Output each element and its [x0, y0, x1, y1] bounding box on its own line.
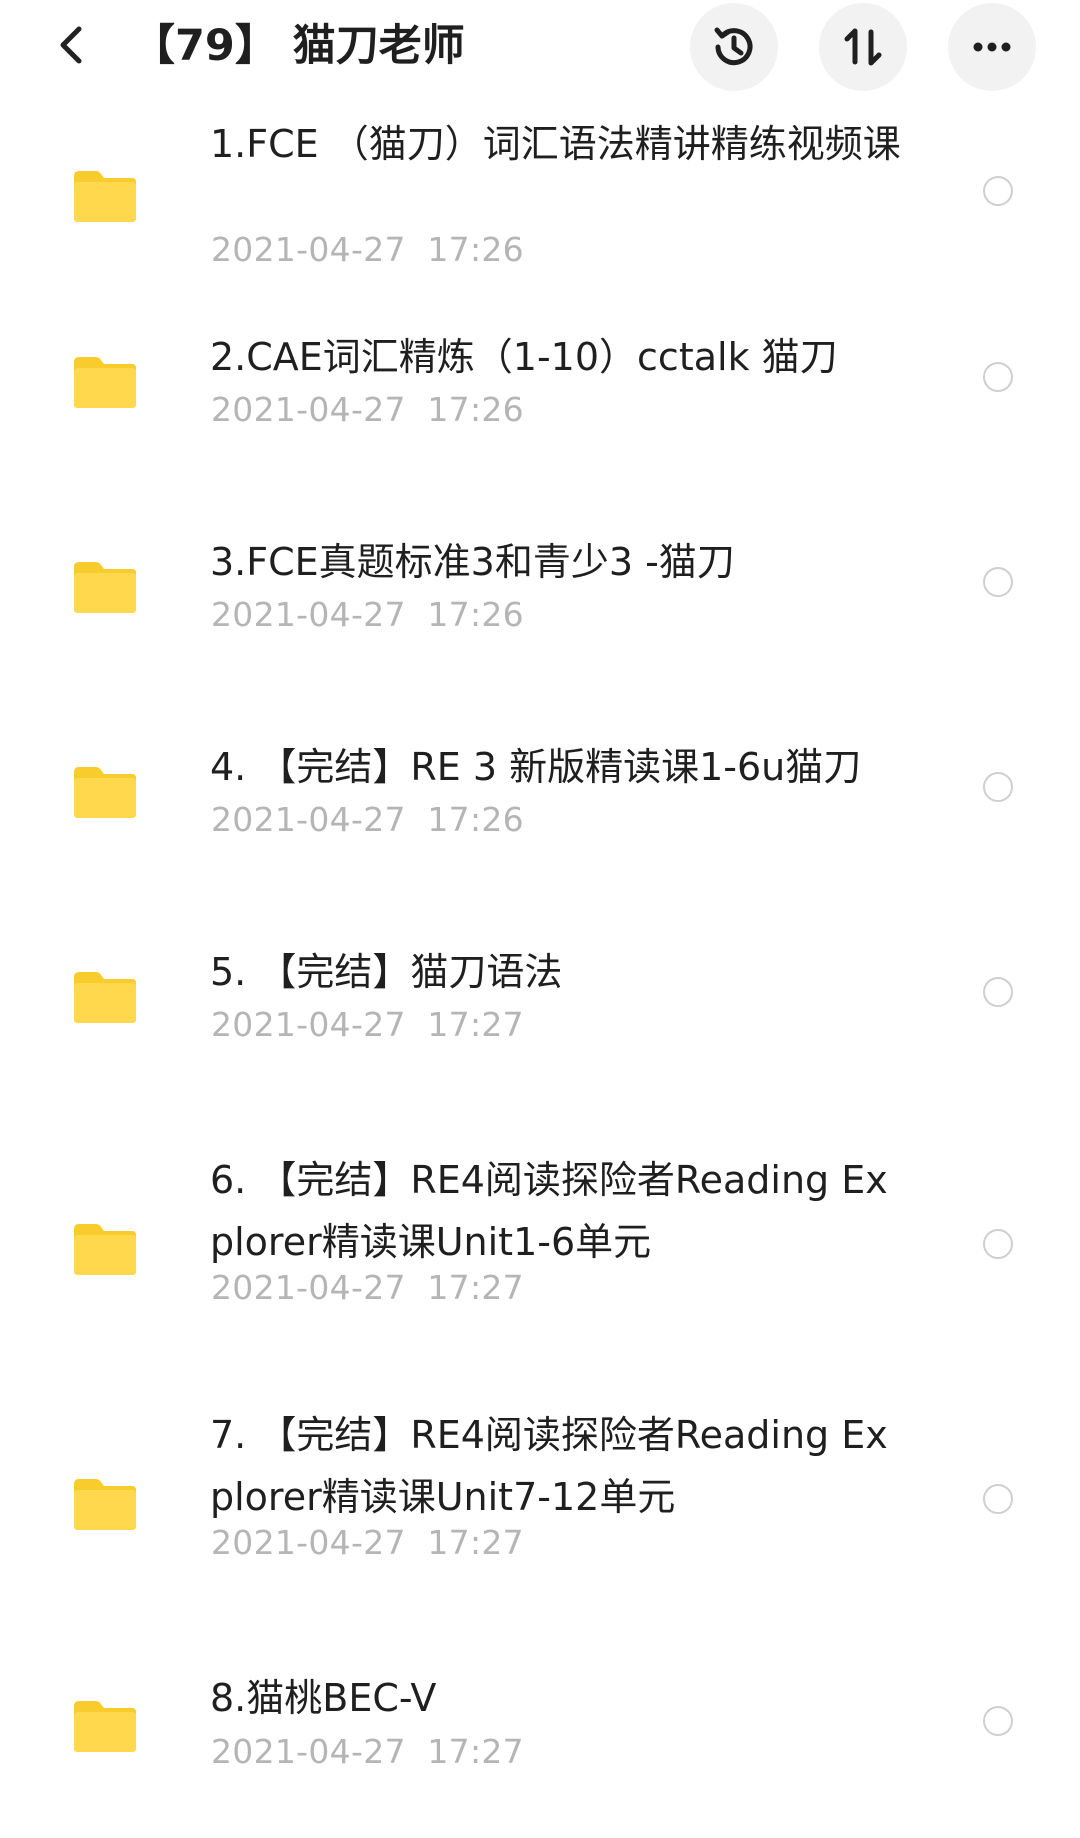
page-title: 【79】 猫刀老师 [132, 21, 465, 71]
select-checkbox[interactable] [983, 362, 1013, 392]
folder-icon [74, 171, 136, 222]
folder-icon [74, 1701, 136, 1752]
more-horizontal-icon [973, 42, 1011, 52]
select-checkbox[interactable] [983, 1484, 1013, 1514]
folder-icon [74, 1479, 136, 1530]
folder-item[interactable]: 2.CAE词汇精炼（1-10）cctalk 猫刀 2021-04-27 17:2… [0, 320, 1080, 525]
file-date: 2021-04-27 17:27 [211, 1732, 524, 1771]
folder-item[interactable]: 4. 【完结】RE 3 新版精读课1-6u猫刀 2021-04-27 17:26 [0, 730, 1080, 935]
select-checkbox[interactable] [983, 1229, 1013, 1259]
file-name: 5. 【完结】猫刀语法 [210, 950, 563, 994]
select-checkbox[interactable] [983, 176, 1013, 206]
select-checkbox[interactable] [983, 1706, 1013, 1736]
file-name: 6. 【完结】RE4阅读探险者Reading Explorer精读课Unit1-… [210, 1158, 888, 1264]
select-checkbox[interactable] [983, 977, 1013, 1007]
history-button[interactable] [690, 3, 778, 91]
folder-icon [74, 1224, 136, 1275]
folder-item[interactable]: 8.猫桃BEC-V 2021-04-27 17:27 [0, 1650, 1080, 1838]
file-date: 2021-04-27 17:26 [211, 800, 524, 839]
folder-icon [74, 767, 136, 818]
top-bar: 【79】 猫刀老师 [0, 0, 1080, 95]
file-name: 4. 【完结】RE 3 新版精读课1-6u猫刀 [210, 745, 862, 789]
sort-button[interactable] [819, 3, 907, 91]
folder-item[interactable]: 5. 【完结】猫刀语法 2021-04-27 17:27 [0, 935, 1080, 1140]
folder-item[interactable]: 6. 【完结】RE4阅读探险者Reading Explorer精读课Unit1-… [0, 1140, 1080, 1395]
more-button[interactable] [948, 3, 1036, 91]
file-date: 2021-04-27 17:26 [211, 390, 524, 429]
folder-item[interactable]: 1.FCE （猫刀）词汇语法精讲精练视频课 2021-04-27 17:26 [0, 95, 1080, 320]
history-icon [714, 27, 753, 66]
select-checkbox[interactable] [983, 567, 1013, 597]
select-checkbox[interactable] [983, 772, 1013, 802]
folder-icon [74, 972, 136, 1023]
folder-item[interactable]: 3.FCE真题标准3和青少3 -猫刀 2021-04-27 17:26 [0, 525, 1080, 730]
file-date: 2021-04-27 17:26 [211, 595, 524, 634]
file-date: 2021-04-27 17:26 [211, 230, 524, 269]
folder-icon [74, 562, 136, 613]
folder-item[interactable]: 7. 【完结】RE4阅读探险者Reading Explorer精读课Unit7-… [0, 1395, 1080, 1650]
chevron-left-icon [60, 26, 82, 64]
file-name: 2.CAE词汇精炼（1-10）cctalk 猫刀 [210, 335, 838, 379]
file-name: 7. 【完结】RE4阅读探险者Reading Explorer精读课Unit7-… [210, 1413, 888, 1519]
file-name: 1.FCE （猫刀）词汇语法精讲精练视频课 [210, 122, 901, 166]
file-date: 2021-04-27 17:27 [211, 1005, 524, 1044]
file-name: 8.猫桃BEC-V [210, 1676, 437, 1720]
folder-icon [74, 357, 136, 408]
file-date: 2021-04-27 17:27 [211, 1523, 524, 1562]
file-date: 2021-04-27 17:27 [211, 1268, 524, 1307]
sort-icon [844, 28, 882, 66]
back-button[interactable] [42, 15, 102, 75]
file-name: 3.FCE真题标准3和青少3 -猫刀 [210, 540, 735, 584]
